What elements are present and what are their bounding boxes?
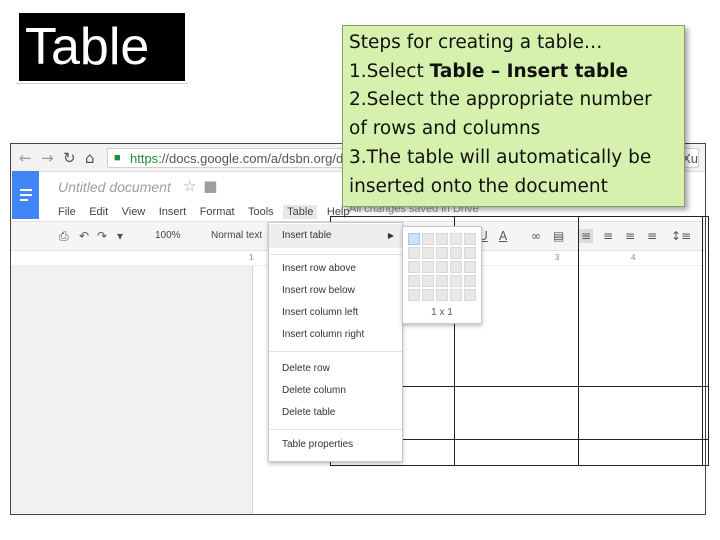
menu-item-insert-row-below[interactable]: Insert row below (282, 285, 355, 296)
callout-step-3-line-1: 3.The table will automatically be (349, 146, 652, 168)
ruler-tick: 1 (249, 253, 254, 262)
grid-cell[interactable] (436, 275, 448, 287)
paint-format-icon[interactable]: ▾ (117, 229, 123, 243)
grid-cell[interactable] (450, 247, 462, 259)
style-select[interactable]: Normal text (211, 230, 262, 241)
zoom-select[interactable]: 100% (155, 230, 181, 241)
menu-divider (269, 254, 402, 255)
grid-cell[interactable] (436, 261, 448, 273)
callout-step-2-line-1: 2.Select the appropriate number (349, 89, 652, 111)
menu-item-delete-column[interactable]: Delete column (282, 385, 346, 396)
page-margin (11, 266, 253, 514)
table-cell[interactable] (578, 439, 703, 466)
grid-cell[interactable] (450, 261, 462, 273)
submenu-arrow-icon: ▶ (387, 231, 394, 240)
title-underline (16, 83, 188, 84)
menu-format[interactable]: Format (200, 206, 235, 218)
grid-cell[interactable] (436, 247, 448, 259)
callout-step-3-line-2: inserted onto the document (349, 175, 608, 197)
menu-file[interactable]: File (58, 206, 76, 218)
grid-cell[interactable] (422, 233, 434, 245)
menu-tools[interactable]: Tools (248, 206, 274, 218)
table-menu: Insert table ▶ Insert row above Insert r… (268, 222, 403, 462)
instructions-callout: Steps for creating a table… 1.Select Tab… (342, 25, 685, 207)
table-cell[interactable] (578, 386, 703, 440)
table-cell[interactable] (454, 439, 579, 466)
table-size-picker[interactable]: 1 x 1 (402, 226, 482, 324)
callout-heading: Steps for creating a table… (349, 32, 603, 53)
url-scheme: https (130, 151, 159, 166)
grid-cell[interactable] (464, 289, 476, 301)
menu-edit[interactable]: Edit (89, 206, 108, 218)
redo-icon[interactable]: ↷ (97, 229, 107, 243)
grid-cell[interactable] (408, 261, 420, 273)
grid-cell[interactable] (464, 261, 476, 273)
menu-item-insert-row-above[interactable]: Insert row above (282, 263, 356, 274)
reload-icon[interactable]: ↻ (63, 149, 76, 167)
menu-view[interactable]: View (122, 206, 146, 218)
docs-menubar: File Edit View Insert Format Tools Table… (58, 202, 359, 219)
grid-cell[interactable] (422, 275, 434, 287)
undo-icon[interactable]: ↶ (79, 229, 89, 243)
menu-divider (269, 429, 402, 430)
grid-cell[interactable] (408, 275, 420, 287)
print-icon[interactable]: ⎙ (59, 229, 69, 244)
callout-step-1: 1.Select Table – Insert table (349, 60, 629, 82)
back-arrow-icon[interactable]: ← (19, 149, 32, 167)
callout-step-1-bold: Table – Insert table (429, 60, 629, 82)
grid-cell[interactable] (464, 247, 476, 259)
menu-item-table-properties[interactable]: Table properties (282, 439, 353, 450)
grid-cell[interactable] (422, 289, 434, 301)
url-text: ://docs.google.com/a/dsbn.org/d (158, 151, 344, 166)
table-cell[interactable] (578, 216, 703, 387)
grid-cell[interactable] (464, 275, 476, 287)
menu-table[interactable]: Table (283, 205, 318, 219)
star-icon[interactable]: ☆ (183, 177, 196, 195)
grid-cell[interactable] (408, 233, 420, 245)
grid-cell[interactable] (450, 289, 462, 301)
grid-cell[interactable] (408, 289, 420, 301)
menu-divider (269, 351, 402, 352)
grid-cell[interactable] (422, 261, 434, 273)
grid-size-label: 1 x 1 (431, 307, 453, 318)
folder-icon[interactable]: ■ (203, 177, 217, 195)
grid-cell[interactable] (436, 233, 448, 245)
docs-logo-icon[interactable] (12, 171, 39, 219)
grid-cells[interactable] (408, 233, 478, 303)
slide-title: Table (19, 13, 185, 81)
grid-cell[interactable] (422, 247, 434, 259)
grid-cell[interactable] (450, 275, 462, 287)
home-icon[interactable]: ⌂ (85, 149, 95, 167)
menu-item-insert-table[interactable]: Insert table ▶ (269, 224, 402, 248)
document-title[interactable]: Untitled document (58, 179, 171, 195)
grid-cell[interactable] (450, 233, 462, 245)
menu-item-insert-column-right[interactable]: Insert column right (282, 329, 364, 340)
menu-item-insert-column-left[interactable]: Insert column left (282, 307, 358, 318)
table-cell[interactable] (454, 386, 579, 440)
menu-insert[interactable]: Insert (159, 206, 187, 218)
grid-cell[interactable] (464, 233, 476, 245)
menu-item-label: Insert table (282, 230, 332, 241)
menu-item-delete-row[interactable]: Delete row (282, 363, 330, 374)
grid-cell[interactable] (408, 247, 420, 259)
menu-item-delete-table[interactable]: Delete table (282, 407, 335, 418)
grid-cell[interactable] (436, 289, 448, 301)
callout-step-2-line-2: of rows and columns (349, 118, 541, 140)
lock-icon: ■ (114, 152, 121, 164)
forward-arrow-icon[interactable]: → (41, 149, 54, 167)
